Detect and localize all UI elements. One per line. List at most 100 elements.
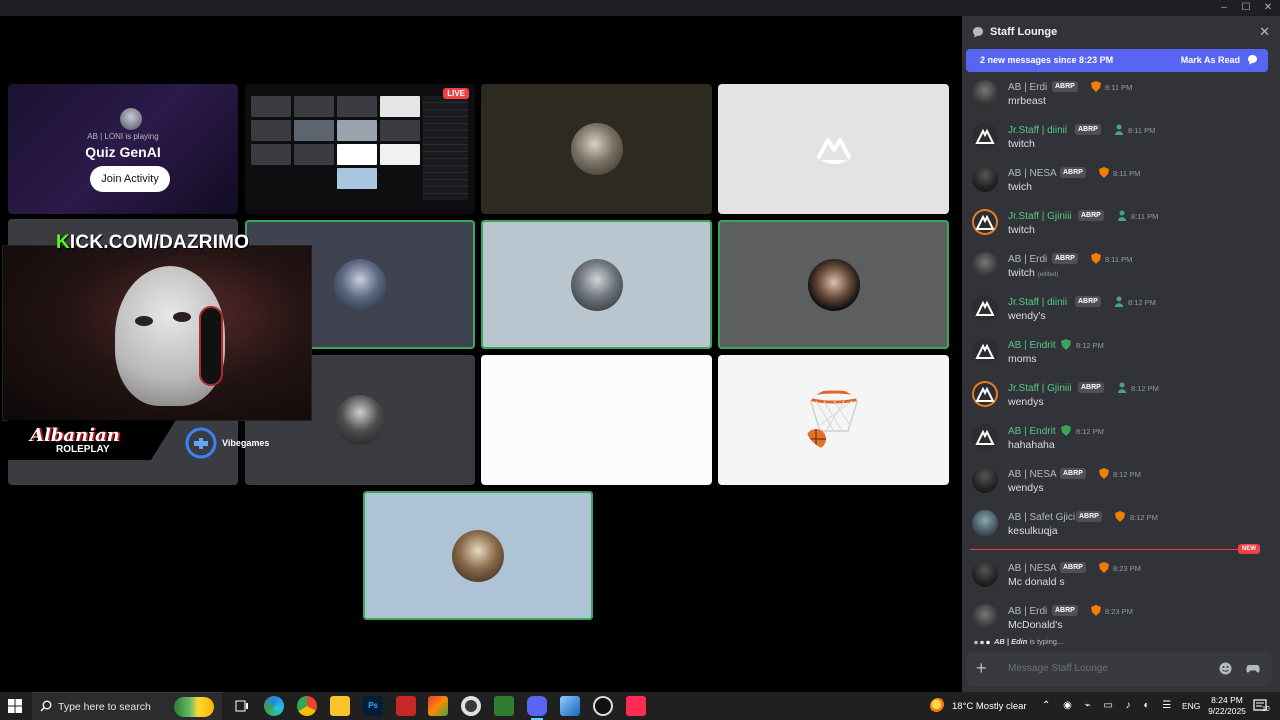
- participant-tile[interactable]: [481, 355, 712, 485]
- avatar[interactable]: [972, 166, 998, 192]
- avatar[interactable]: [972, 467, 998, 493]
- screenshare-tile[interactable]: LIVE: [245, 84, 475, 214]
- booster-shield-icon: [1099, 562, 1109, 573]
- chat-message[interactable]: AB | Endrit 8:12 PM moms: [962, 336, 1280, 376]
- message-text: kesulkuqja: [1008, 525, 1058, 537]
- chat-message[interactable]: AB | Endrit 8:12 PM hahahaha: [962, 422, 1280, 462]
- message-author[interactable]: AB | Safet Gjici: [1008, 512, 1075, 523]
- message-input[interactable]: Message Staff Lounge: [1008, 663, 1108, 674]
- windows-start-icon[interactable]: [8, 699, 22, 713]
- chat-header: Staff Lounge ✕: [962, 16, 1280, 48]
- search-highlight-icon: [174, 697, 214, 717]
- participant-tile-speaking[interactable]: [718, 220, 949, 349]
- store-icon[interactable]: [494, 696, 514, 716]
- activity-game-title: Quiz GenAI: [85, 144, 161, 160]
- close-window-button[interactable]: ✕: [1262, 1, 1274, 15]
- chrome-icon[interactable]: [297, 696, 317, 716]
- message-author[interactable]: Jr.Staff | Gjiniii: [1008, 211, 1072, 222]
- avatar[interactable]: [972, 424, 998, 450]
- avatar[interactable]: [972, 510, 998, 536]
- task-view-icon[interactable]: [232, 696, 252, 716]
- avatar[interactable]: [972, 123, 998, 149]
- participant-tile[interactable]: [481, 84, 712, 214]
- message-author[interactable]: AB | Endrit: [1008, 340, 1056, 351]
- message-text: wendys: [1008, 482, 1044, 494]
- message-author[interactable]: Jr.Staff | diinii: [1008, 297, 1067, 308]
- message-author[interactable]: AB | Erdi: [1008, 82, 1047, 93]
- activity-tile[interactable]: AB | LONI is playing Quiz GenAI Join Act…: [8, 84, 238, 214]
- brand-name: Albanian: [30, 425, 120, 446]
- avatar[interactable]: [972, 295, 998, 321]
- message-timestamp: 8:23 PM: [1105, 607, 1133, 616]
- avatar[interactable]: [972, 338, 998, 364]
- minimize-button[interactable]: –: [1218, 1, 1230, 15]
- channel-title: Staff Lounge: [990, 26, 1058, 38]
- avatar[interactable]: [972, 604, 998, 630]
- message-author[interactable]: AB | Endrit: [1008, 426, 1056, 437]
- chat-message[interactable]: Jr.Staff | diinii ABRP 8:12 PM wendy's: [962, 293, 1280, 333]
- message-text: moms: [1008, 353, 1037, 365]
- server-tag: ABRP: [1076, 511, 1102, 522]
- join-activity-button[interactable]: Join Activity: [90, 166, 170, 192]
- activities-gamepad-icon[interactable]: [1246, 662, 1260, 675]
- vibegames-logo-icon: [185, 427, 217, 459]
- avatar[interactable]: [972, 80, 998, 106]
- language-indicator[interactable]: ENG: [1182, 701, 1200, 711]
- participant-tile[interactable]: [718, 84, 949, 214]
- message-author[interactable]: AB | NESA: [1008, 563, 1057, 574]
- obs-icon[interactable]: [461, 696, 481, 716]
- notes-app-icon[interactable]: [560, 696, 580, 716]
- taskbar-clock[interactable]: 8:24 PM 9/22/2025: [1204, 695, 1250, 717]
- add-attachment-icon[interactable]: +: [976, 658, 987, 679]
- participant-tile-speaking[interactable]: [481, 220, 712, 349]
- avatar[interactable]: [972, 209, 998, 235]
- close-chat-icon[interactable]: ✕: [1259, 24, 1270, 40]
- message-author[interactable]: Jr.Staff | diinii: [1008, 125, 1067, 136]
- taskbar-search[interactable]: Type here to search: [32, 692, 222, 720]
- chat-message[interactable]: Jr.Staff | diinii ABRP 8:11 PM twitch: [962, 121, 1280, 161]
- mark-as-read-button[interactable]: Mark As Read: [1181, 55, 1240, 65]
- chat-message[interactable]: AB | Erdi ABRP 8:11 PM mrbeast: [962, 78, 1280, 118]
- system-tray-icons[interactable]: ⌃ ◉ ⌁ ▭ ♪ ◐ ☰: [1042, 700, 1176, 711]
- tiktok-icon[interactable]: [626, 696, 646, 716]
- discord-icon[interactable]: [527, 696, 547, 720]
- participant-tile[interactable]: [718, 355, 949, 485]
- chat-message[interactable]: AB | NESA ABRP 8:11 PM twich: [962, 164, 1280, 204]
- chat-message[interactable]: AB | NESA ABRP 8:23 PM Mc donald s: [962, 559, 1280, 599]
- message-author[interactable]: AB | NESA: [1008, 168, 1057, 179]
- message-author[interactable]: AB | Erdi: [1008, 254, 1047, 265]
- avatar[interactable]: [972, 252, 998, 278]
- participant-tile-speaking[interactable]: [363, 491, 593, 620]
- emoji-icon[interactable]: [1219, 662, 1232, 675]
- basketball-hoop-icon: [805, 390, 861, 449]
- message-text: twich: [1008, 181, 1032, 193]
- photoshop-icon[interactable]: Ps: [363, 696, 383, 716]
- game-launcher-icon[interactable]: [428, 696, 448, 716]
- clock-time: 8:24 PM: [1211, 695, 1243, 705]
- participant-avatar: [570, 123, 623, 175]
- edge-icon[interactable]: [264, 696, 284, 716]
- file-explorer-icon[interactable]: [330, 696, 350, 716]
- weather-text[interactable]: 18°C Mostly clear: [952, 701, 1027, 712]
- participant-avatar: [452, 529, 504, 582]
- red-app-icon[interactable]: [396, 696, 416, 716]
- avatar[interactable]: [972, 561, 998, 587]
- chat-message[interactable]: Jr.Staff | Gjiniii ABRP 8:12 PM wendys: [962, 379, 1280, 419]
- message-author[interactable]: Jr.Staff | Gjiniii: [1008, 383, 1072, 394]
- chat-message[interactable]: AB | Erdi ABRP 8:23 PM McDonald's: [962, 602, 1280, 642]
- message-author[interactable]: AB | NESA: [1008, 469, 1057, 480]
- weather-icon[interactable]: [930, 698, 946, 714]
- new-messages-bar[interactable]: 2 new messages since 8:23 PM Mark As Rea…: [966, 49, 1268, 72]
- message-text: twitch: [1008, 224, 1035, 236]
- activity-playing-text: AB | LONI is playing: [87, 132, 159, 141]
- search-input[interactable]: Type here to search: [58, 701, 151, 713]
- screen: – ☐ ✕ AB | LONI is playing Quiz GenAI Jo…: [0, 0, 1280, 720]
- maximize-button[interactable]: ☐: [1240, 1, 1252, 15]
- avatar[interactable]: [972, 381, 998, 407]
- chat-message[interactable]: AB | NESA ABRP 8:12 PM wendys: [962, 465, 1280, 505]
- chat-message[interactable]: Jr.Staff | Gjiniii ABRP 8:11 PM twitch: [962, 207, 1280, 247]
- message-author[interactable]: AB | Erdi: [1008, 606, 1047, 617]
- chat-message[interactable]: AB | Erdi ABRP 8:11 PM twitch (edited): [962, 250, 1280, 290]
- steam-icon[interactable]: [593, 696, 613, 716]
- chat-message[interactable]: AB | Safet Gjici ABRP 8:12 PM kesulkuqja: [962, 508, 1280, 548]
